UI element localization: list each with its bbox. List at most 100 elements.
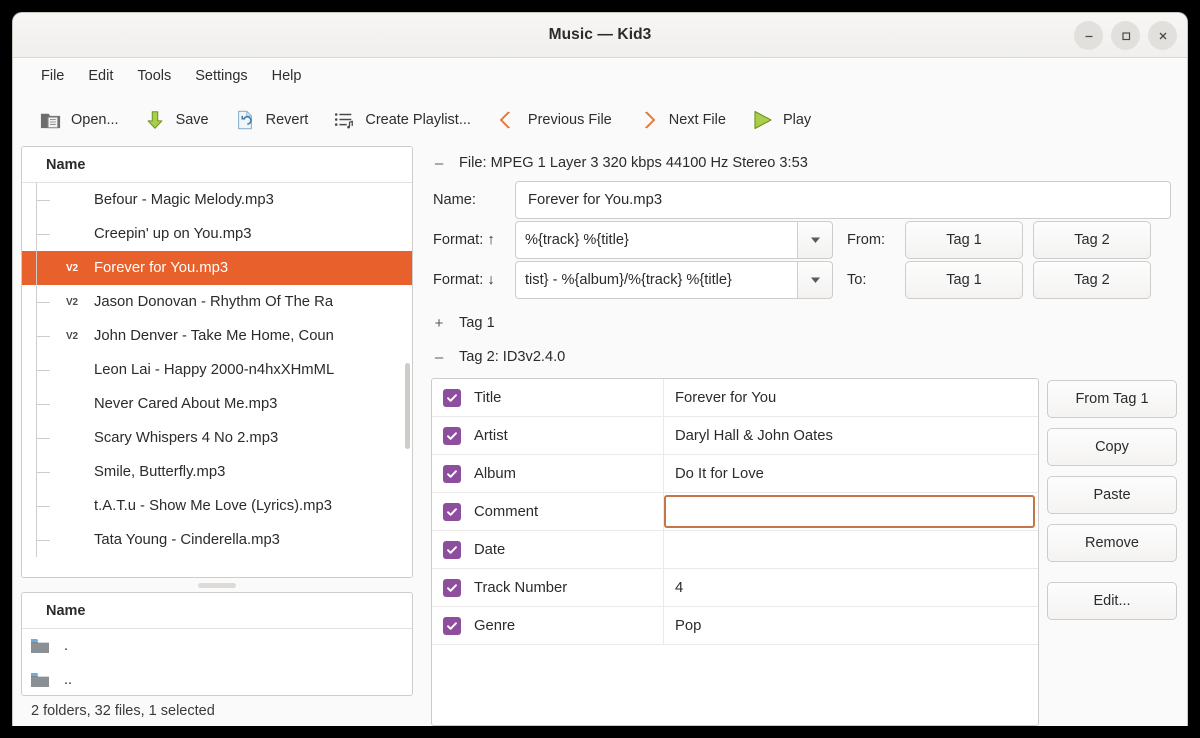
folder-list-item[interactable]: ..: [22, 663, 412, 695]
left-panel-splitter[interactable]: [21, 578, 413, 592]
file-list-item-label: John Denver - Take Me Home, Coun: [94, 328, 334, 344]
tag-table-row[interactable]: Title Forever for You: [432, 379, 1038, 417]
file-list-item-label: Scary Whispers 4 No 2.mp3: [94, 430, 279, 446]
format-up-input[interactable]: %{track} %{title}: [515, 221, 797, 259]
tag-table-row[interactable]: Date: [432, 531, 1038, 569]
folder-list-item-label: .: [64, 638, 69, 654]
play-button[interactable]: Play: [739, 103, 822, 137]
tag-value-input[interactable]: 4: [664, 569, 1038, 606]
menu-file[interactable]: File: [31, 64, 74, 88]
file-list-item[interactable]: Smile, Butterfly.mp3: [22, 455, 412, 489]
file-list-scroll-thumb[interactable]: [405, 363, 410, 449]
chevron-right-icon: [636, 108, 660, 132]
remove-button[interactable]: Remove: [1047, 524, 1177, 562]
details-column: – File: MPEG 1 Layer 3 320 kbps 44100 Hz…: [417, 146, 1187, 726]
file-list-item[interactable]: Befour - Magic Melody.mp3: [22, 183, 412, 217]
file-list-item[interactable]: Leon Lai - Happy 2000-n4hxXHmML: [22, 353, 412, 387]
file-list-item[interactable]: t.A.T.u - Show Me Love (Lyrics).mp3: [22, 489, 412, 523]
save-button[interactable]: Save: [132, 103, 220, 137]
tag-field-checkbox[interactable]: [443, 578, 461, 597]
tag-field-checkbox[interactable]: [443, 388, 461, 407]
file-list-item[interactable]: Tata Young - Cinderella.mp3: [22, 523, 412, 557]
close-button[interactable]: [1148, 21, 1177, 50]
menu-settings[interactable]: Settings: [185, 64, 257, 88]
tag-field-checkbox[interactable]: [443, 502, 461, 521]
filename-input[interactable]: Forever for You.mp3: [515, 181, 1171, 219]
to-tag1-button[interactable]: Tag 1: [905, 261, 1023, 299]
file-info-collapse-toggle[interactable]: –: [433, 155, 445, 172]
chevron-down-icon[interactable]: [797, 261, 833, 299]
format-up-combo[interactable]: %{track} %{title}: [515, 221, 833, 259]
tag-value-input[interactable]: Do It for Love: [664, 455, 1038, 492]
next-file-button[interactable]: Next File: [625, 103, 737, 137]
file-list-item[interactable]: V2 Forever for You.mp3: [22, 251, 412, 285]
folder-list-body[interactable]: ...: [22, 629, 412, 695]
folder-list-panel: Name ...: [21, 592, 413, 696]
tag-field-checkbox[interactable]: [443, 464, 461, 483]
copy-button[interactable]: Copy: [1047, 428, 1177, 466]
to-tag2-button[interactable]: Tag 2: [1033, 261, 1151, 299]
from-tag1-button[interactable]: Tag 1: [905, 221, 1023, 259]
menu-edit[interactable]: Edit: [78, 64, 123, 88]
file-list-item[interactable]: Scary Whispers 4 No 2.mp3: [22, 421, 412, 455]
folder-list-column-header[interactable]: Name: [22, 593, 412, 629]
tag2-section-row: – Tag 2: ID3v2.4.0: [423, 340, 1181, 374]
file-list-item[interactable]: Never Cared About Me.mp3: [22, 387, 412, 421]
tag-table-row[interactable]: Artist Daryl Hall & John Oates: [432, 417, 1038, 455]
paste-button[interactable]: Paste: [1047, 476, 1177, 514]
tag2-header-label: Tag 2: ID3v2.4.0: [459, 349, 566, 365]
tree-branch-icon: [22, 387, 66, 421]
tag-action-buttons: From Tag 1 Copy Paste Remove Edit...: [1047, 378, 1177, 726]
file-list-column-header[interactable]: Name: [22, 147, 412, 183]
menu-bar: File Edit Tools Settings Help: [13, 58, 1187, 94]
tag-table-row[interactable]: Album Do It for Love: [432, 455, 1038, 493]
menu-tools[interactable]: Tools: [127, 64, 181, 88]
tag-field-checkbox[interactable]: [443, 426, 461, 445]
format-down-combo[interactable]: tist} - %{album}/%{track} %{title}: [515, 261, 833, 299]
tag-table-row[interactable]: Genre Pop: [432, 607, 1038, 645]
save-down-arrow-icon: [143, 108, 167, 132]
revert-button[interactable]: Revert: [222, 103, 320, 137]
splitter-grip: [198, 582, 236, 588]
create-playlist-button[interactable]: Create Playlist...: [321, 103, 482, 137]
tag1-collapse-toggle[interactable]: +: [433, 315, 445, 332]
tag-value-input[interactable]: Pop: [664, 607, 1038, 644]
tag-table-row[interactable]: Comment: [432, 493, 1038, 531]
chevron-down-icon[interactable]: [797, 221, 833, 259]
tag-value-input[interactable]: Forever for You: [664, 379, 1038, 416]
file-list-item[interactable]: Creepin' up on You.mp3: [22, 217, 412, 251]
window-title: Music — Kid3: [548, 26, 652, 43]
file-list-item[interactable]: V2 Jason Donovan - Rhythm Of The Ra: [22, 285, 412, 319]
tag-field-checkbox[interactable]: [443, 616, 461, 635]
edit-button[interactable]: Edit...: [1047, 582, 1177, 620]
folder-icon: [30, 672, 64, 689]
to-label: To:: [847, 272, 867, 288]
menu-help[interactable]: Help: [262, 64, 312, 88]
tag-value-input[interactable]: [664, 531, 1038, 568]
tag-table[interactable]: Title Forever for You Artist Daryl Hall & J…: [431, 378, 1039, 726]
file-list-body[interactable]: Befour - Magic Melody.mp3 Creepin' up on …: [22, 183, 412, 577]
previous-file-button[interactable]: Previous File: [484, 103, 623, 137]
tag-field-label: Album: [474, 465, 516, 482]
tag-field-checkbox[interactable]: [443, 540, 461, 559]
file-list-item[interactable]: V2 John Denver - Take Me Home, Coun: [22, 319, 412, 353]
file-list-item-label: Tata Young - Cinderella.mp3: [94, 532, 280, 548]
tag-field-label: Genre: [474, 617, 516, 634]
from-tag-1-button[interactable]: From Tag 1: [1047, 380, 1177, 418]
tag1-section-row: + Tag 1: [423, 306, 1181, 340]
tree-branch-icon: [22, 523, 66, 557]
tag-value-input[interactable]: Daryl Hall & John Oates: [664, 417, 1038, 454]
minimize-button[interactable]: [1074, 21, 1103, 50]
format-down-input[interactable]: tist} - %{album}/%{track} %{title}: [515, 261, 797, 299]
file-list-scrollbar[interactable]: [401, 185, 410, 575]
play-triangle-icon: [750, 108, 774, 132]
from-tag2-button[interactable]: Tag 2: [1033, 221, 1151, 259]
open-button[interactable]: Open...: [27, 103, 130, 137]
tag2-collapse-toggle[interactable]: –: [433, 349, 445, 366]
tag-table-row[interactable]: Track Number 4: [432, 569, 1038, 607]
tag-value-input[interactable]: [664, 495, 1035, 528]
tree-branch-icon: [22, 183, 66, 217]
maximize-button[interactable]: [1111, 21, 1140, 50]
folder-list-item[interactable]: .: [22, 629, 412, 663]
file-info-row: – File: MPEG 1 Layer 3 320 kbps 44100 Hz…: [423, 146, 1181, 180]
